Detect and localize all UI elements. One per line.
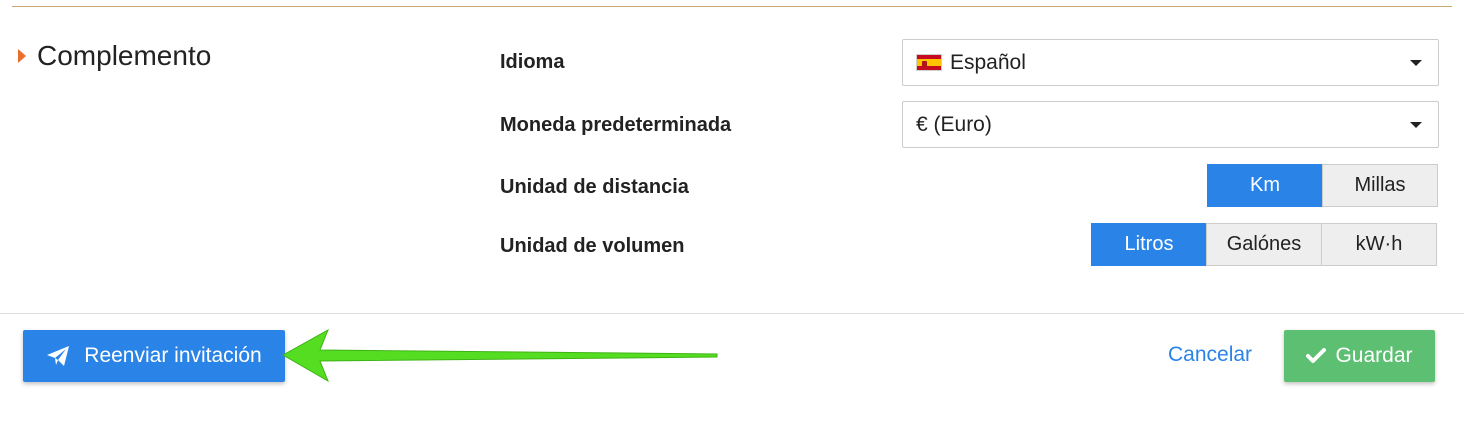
language-value: Español	[950, 50, 1026, 74]
spain-flag-icon	[916, 54, 942, 71]
section-caret-icon	[18, 49, 26, 63]
save-button[interactable]: Guardar	[1284, 330, 1435, 382]
currency-value: € (Euro)	[916, 112, 992, 136]
volume-option-galones[interactable]: Galónes	[1206, 223, 1322, 266]
resend-invitation-button[interactable]: Reenviar invitación	[23, 330, 285, 382]
resend-invitation-label: Reenviar invitación	[84, 344, 262, 367]
footer-divider	[0, 313, 1464, 314]
cancel-link[interactable]: Cancelar	[1168, 343, 1252, 367]
volume-unit-toggle: Litros Galónes kW·h	[1091, 223, 1437, 266]
language-label: Idioma	[500, 51, 565, 73]
section-header: Complemento	[18, 40, 211, 72]
currency-select[interactable]: € (Euro)	[902, 101, 1439, 148]
chevron-down-icon	[1410, 122, 1422, 128]
top-divider	[12, 6, 1452, 7]
distance-label: Unidad de distancia	[500, 176, 689, 198]
distance-unit-toggle: Km Millas	[1207, 164, 1438, 207]
distance-option-km[interactable]: Km	[1207, 164, 1323, 207]
paper-plane-icon	[46, 345, 70, 367]
section-title: Complemento	[37, 40, 212, 71]
annotation-arrow-icon	[281, 328, 718, 383]
language-select[interactable]: Español	[902, 39, 1439, 86]
chevron-down-icon	[1410, 60, 1422, 66]
volume-option-litros[interactable]: Litros	[1091, 223, 1207, 266]
distance-option-millas[interactable]: Millas	[1322, 164, 1438, 207]
save-label: Guardar	[1335, 344, 1413, 367]
currency-label: Moneda predeterminada	[500, 114, 732, 136]
checkmark-icon	[1306, 348, 1327, 364]
volume-label: Unidad de volumen	[500, 235, 685, 257]
volume-option-kwh[interactable]: kW·h	[1321, 223, 1437, 266]
